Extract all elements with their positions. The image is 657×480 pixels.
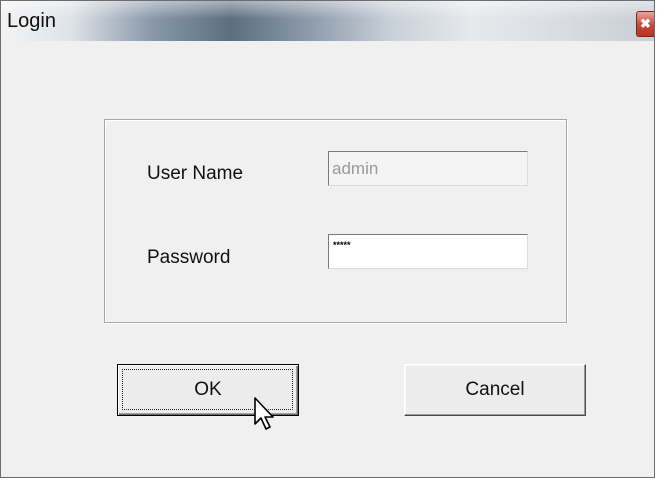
- title-bar[interactable]: Login ✖: [1, 1, 654, 41]
- username-label: User Name: [147, 163, 244, 184]
- title-bar-shine: [1, 1, 654, 19]
- window-title: Login: [7, 10, 56, 32]
- password-field[interactable]: *****: [328, 234, 528, 269]
- password-label: Password: [147, 247, 231, 268]
- username-field[interactable]: [328, 151, 528, 186]
- credentials-group: [104, 119, 567, 323]
- password-mask: *****: [333, 240, 351, 250]
- ok-button-label: OK: [194, 379, 222, 400]
- cancel-button-label: Cancel: [465, 379, 525, 400]
- close-button[interactable]: ✖: [636, 11, 654, 37]
- cancel-button[interactable]: Cancel: [404, 364, 586, 416]
- arrow-pointer-icon: [254, 397, 274, 430]
- login-dialog: Login ✖ User Name Password ***** OK Canc…: [0, 0, 655, 478]
- close-icon: ✖: [640, 16, 651, 31]
